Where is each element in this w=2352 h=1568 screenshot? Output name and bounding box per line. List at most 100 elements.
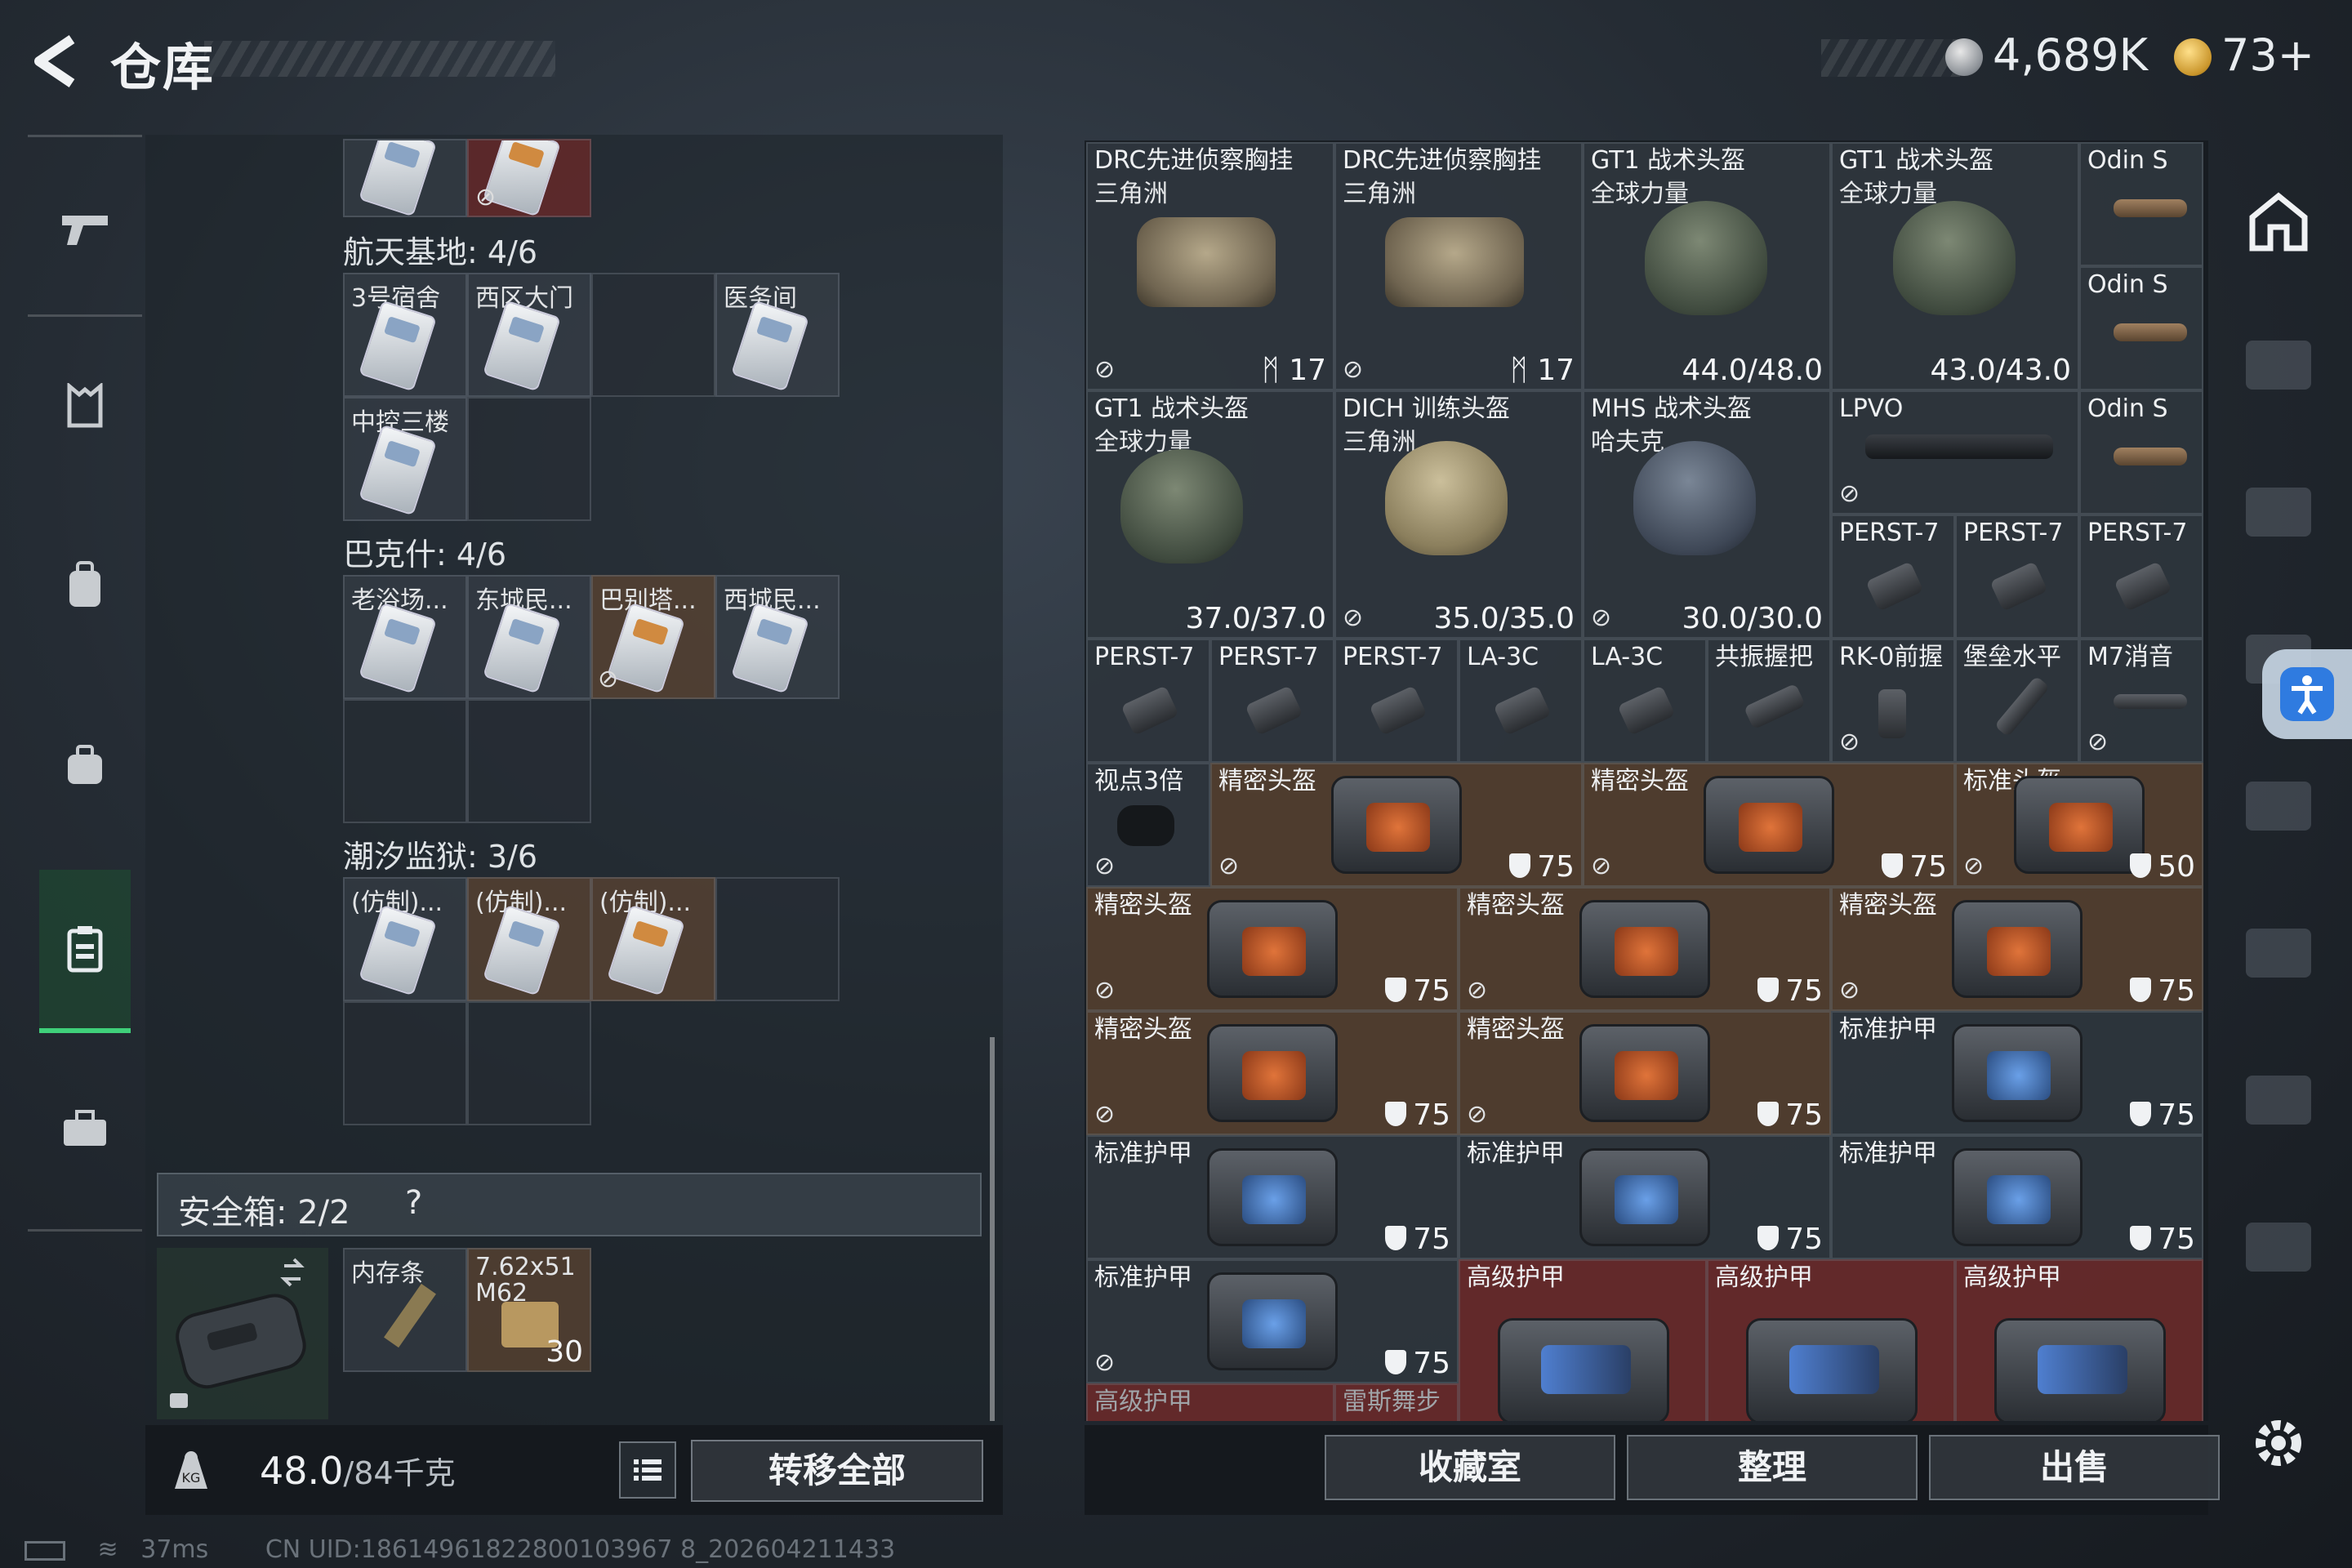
grid-item[interactable]: 高级护甲 — [1459, 1259, 1707, 1421]
key-slot[interactable]: (仿制)... — [467, 877, 591, 1001]
grid-item[interactable]: 精密头盔 ⊘ 75 — [1086, 887, 1459, 1011]
key-slot[interactable]: (仿制)... — [591, 877, 715, 1001]
sell-button[interactable]: 出售 — [1929, 1435, 2220, 1500]
grid-item[interactable]: 标准护甲 75 — [1831, 1135, 2203, 1259]
grid-item[interactable]: PERST-7 — [1210, 639, 1334, 763]
key-slot[interactable]: 3号宿舍 — [343, 273, 467, 397]
no-sell-icon: ⊘ — [475, 183, 497, 212]
grid-item[interactable]: PERST-7 — [2079, 514, 2203, 639]
empty-slot[interactable] — [715, 877, 840, 1001]
key-slot[interactable]: ⊘ — [467, 139, 591, 217]
item-name: Odin S — [2087, 146, 2168, 175]
storage-scrollbar[interactable] — [990, 1037, 995, 1421]
grid-item[interactable]: GT1 战术头盔 全球力量 44.0/48.0 — [1583, 142, 1831, 390]
grid-item[interactable]: 堡垒水平 — [1955, 639, 2079, 763]
grid-item[interactable]: LA-3C — [1459, 639, 1583, 763]
grid-item[interactable]: DICH 训练头盔 三角洲 ⊘ 35.0/35.0 — [1334, 390, 1583, 639]
grid-item[interactable]: 精密头盔 ⊘ 75 — [1459, 1011, 1831, 1135]
list-view-button[interactable] — [619, 1441, 676, 1499]
grid-item[interactable]: 标准护甲 ⊘ 75 — [1086, 1259, 1459, 1383]
shield-icon — [1509, 853, 1531, 878]
rail-keycards[interactable] — [39, 870, 131, 1033]
grid-item[interactable]: LPVO ⊘ — [1831, 390, 2079, 514]
safe-item-slot[interactable]: 7.62x51 M62 30 — [467, 1248, 591, 1372]
key-slot[interactable]: 老浴场... — [343, 575, 467, 699]
tier-iv-helmet3-icon — [2246, 1223, 2311, 1272]
shield-icon — [1385, 1102, 1407, 1126]
rail-cases[interactable] — [42, 723, 127, 808]
safe-box-container[interactable] — [157, 1248, 328, 1419]
armor-case-icon — [1207, 1148, 1338, 1246]
grid-item[interactable]: 标准护甲 75 — [1086, 1135, 1459, 1259]
rail-weapons[interactable] — [42, 185, 127, 270]
rail-misc[interactable] — [42, 1086, 127, 1171]
grid-item[interactable]: 标准头盔 ⊘ 50 — [1955, 763, 2203, 887]
grid-item[interactable]: Odin S — [2079, 142, 2203, 266]
grid-item[interactable]: PERST-7 — [1086, 639, 1210, 763]
grid-item[interactable]: M7消音 ⊘ — [2079, 639, 2203, 763]
empty-slot[interactable] — [343, 1001, 467, 1125]
rail-filter[interactable] — [2236, 323, 2321, 408]
grid-item[interactable]: 高级护甲 — [1955, 1259, 2203, 1421]
empty-slot[interactable] — [467, 1001, 591, 1125]
rail-filter[interactable] — [2236, 1058, 2321, 1143]
key-slot[interactable]: 医务间 — [715, 273, 840, 397]
grid-item[interactable]: PERST-7 — [1334, 639, 1459, 763]
key-slot[interactable] — [343, 139, 467, 217]
organize-button[interactable]: 整理 — [1627, 1435, 1918, 1500]
grid-item[interactable]: 标准护甲 75 — [1459, 1135, 1831, 1259]
helmet-case-icon — [1704, 776, 1834, 874]
rail-backpacks[interactable] — [42, 543, 127, 628]
back-button[interactable] — [24, 33, 90, 90]
grid-item[interactable]: GT1 战术头盔 全球力量 43.0/43.0 — [1831, 142, 2079, 390]
rail-safehouse[interactable] — [2236, 180, 2321, 265]
rail-filter[interactable] — [2236, 470, 2321, 555]
accessibility-button[interactable] — [2262, 649, 2352, 739]
empty-slot[interactable] — [591, 273, 715, 397]
key-slot[interactable]: 巴别塔... ⊘ — [591, 575, 715, 699]
key-slot[interactable]: 中控三楼 — [343, 397, 467, 521]
rail-filter[interactable] — [2236, 911, 2321, 996]
empty-slot[interactable] — [467, 397, 591, 521]
key-slot[interactable]: 东城民... — [467, 575, 591, 699]
grid-item[interactable]: DRC先进侦察胸挂 三角洲 ⊘ ᛗ 17 — [1086, 142, 1334, 390]
grid-item[interactable]: 雷斯舞步 — [1334, 1383, 1459, 1421]
key-slot[interactable]: 西城民... — [715, 575, 840, 699]
back-arrow-icon — [34, 35, 75, 87]
grid-item[interactable]: 高级护甲 — [1086, 1383, 1334, 1421]
grid-item[interactable]: PERST-7 — [1955, 514, 2079, 639]
grid-item[interactable]: 精密头盔 ⊘ 75 — [1583, 763, 1955, 887]
grid-item[interactable]: 共振握把 — [1707, 639, 1831, 763]
grid-item[interactable]: GT1 战术头盔 全球力量 37.0/37.0 — [1086, 390, 1334, 639]
key-slot[interactable]: 西区大门 — [467, 273, 591, 397]
safe-box-help-button[interactable]: ? — [405, 1184, 422, 1222]
settings-button[interactable] — [2244, 1409, 2313, 1477]
grid-item[interactable]: PERST-7 — [1831, 514, 1955, 639]
grid-item[interactable]: 标准护甲 75 — [1831, 1011, 2203, 1135]
grid-item[interactable]: 精密头盔 ⊘ 75 — [1086, 1011, 1459, 1135]
transfer-all-button[interactable]: 转移全部 — [691, 1440, 983, 1502]
key-slot[interactable]: (仿制)... — [343, 877, 467, 1001]
grid-item[interactable]: 高级护甲 — [1707, 1259, 1955, 1421]
empty-slot[interactable] — [467, 699, 591, 823]
grid-item[interactable]: Odin S — [2079, 266, 2203, 390]
safe-item-slot[interactable]: 内存条 — [343, 1248, 467, 1372]
grid-item[interactable]: DRC先进侦察胸挂 三角洲 ⊘ ᛗ 17 — [1334, 142, 1583, 390]
no-sell-icon: ⊘ — [1094, 852, 1116, 880]
rail-filter[interactable] — [2236, 1205, 2321, 1290]
grid-item[interactable]: 精密头盔 ⊘ 75 — [1459, 887, 1831, 1011]
grid-item[interactable]: 精密头盔 ⊘ 75 — [1831, 887, 2203, 1011]
rail-vests[interactable] — [42, 363, 127, 448]
collection-button[interactable]: 收藏室 — [1325, 1435, 1615, 1500]
grid-item[interactable]: 精密头盔 ⊘ 75 — [1210, 763, 1583, 887]
grid-item[interactable]: LA-3C — [1583, 639, 1707, 763]
grid-item[interactable]: 视点3倍 ⊘ — [1086, 763, 1210, 887]
grid-item[interactable]: MHS 战术头盔 哈夫克 ⊘ 30.0/30.0 — [1583, 390, 1831, 639]
weight-current: 48.0 — [260, 1449, 344, 1493]
grid-item[interactable]: RK-0前握 ⊘ — [1831, 639, 1955, 763]
empty-slot[interactable] — [343, 699, 467, 823]
grid-item[interactable]: Odin S — [2079, 390, 2203, 514]
rail-filter[interactable] — [2236, 764, 2321, 849]
vest-icon — [67, 383, 103, 428]
gold-currency-value[interactable]: 73+ — [2221, 29, 2314, 81]
